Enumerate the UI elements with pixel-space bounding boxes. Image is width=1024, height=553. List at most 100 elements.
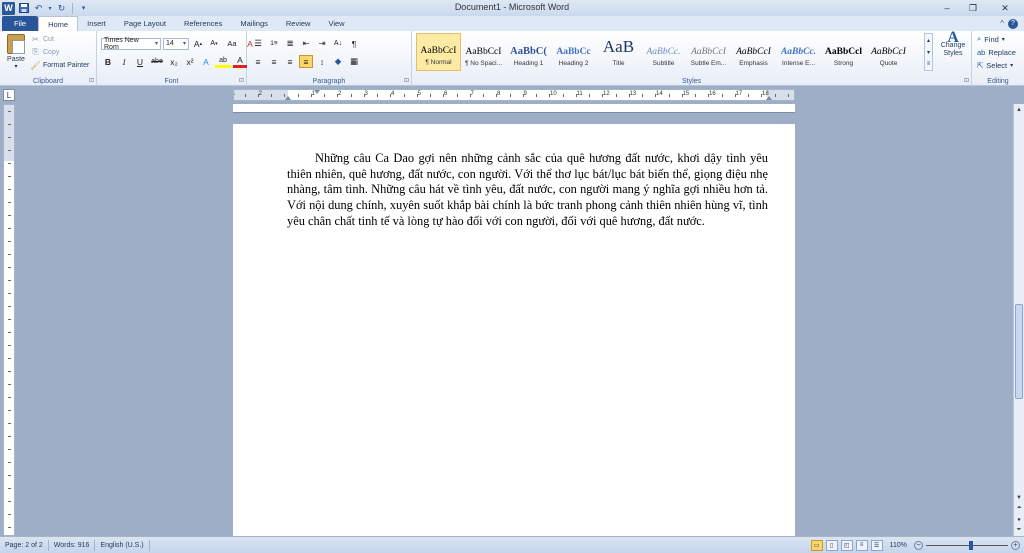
highlight-button[interactable]: ab bbox=[215, 55, 231, 68]
horizontal-ruler[interactable]: 12123456789101112131415161718 bbox=[233, 89, 795, 101]
vertical-ruler[interactable] bbox=[3, 104, 15, 536]
bullets-button[interactable]: ☰ bbox=[251, 37, 265, 50]
shading-button[interactable]: ◆ bbox=[331, 55, 345, 68]
left-indent-marker[interactable] bbox=[285, 96, 291, 100]
style-subtle-emphasis[interactable]: AaBbCcI Subtle Em... bbox=[686, 33, 731, 71]
show-formatting-marks-button[interactable]: ¶ bbox=[347, 37, 361, 50]
document-paragraph[interactable]: Những câu Ca Dao gợi nên những cảnh sắc … bbox=[287, 151, 768, 230]
scrollbar-thumb[interactable] bbox=[1015, 304, 1023, 399]
underline-button[interactable]: U bbox=[133, 55, 147, 68]
tab-file[interactable]: File bbox=[2, 16, 39, 31]
sort-button[interactable]: A↓ bbox=[331, 37, 345, 50]
shrink-font-button[interactable]: A ▾ bbox=[207, 37, 221, 50]
style-title[interactable]: AaB Title bbox=[596, 33, 641, 71]
italic-button[interactable]: I bbox=[117, 55, 131, 68]
align-right-button[interactable]: ≡ bbox=[283, 55, 297, 68]
paste-button[interactable]: Paste ▾ bbox=[4, 34, 28, 70]
tab-insert[interactable]: Insert bbox=[78, 16, 115, 31]
find-button[interactable]: ⌕ Find ▾ bbox=[977, 34, 1016, 44]
zoom-slider[interactable] bbox=[926, 540, 1008, 551]
format-painter-button[interactable]: 🖌 Format Painter bbox=[30, 60, 89, 70]
help-icon[interactable]: ? bbox=[1008, 18, 1018, 29]
select-button[interactable]: ⇱ Select ▾ bbox=[977, 60, 1016, 70]
font-size-combo[interactable]: 14 ▾ bbox=[163, 37, 189, 50]
bold-button[interactable]: B bbox=[101, 55, 115, 68]
strikethrough-button[interactable]: abe bbox=[149, 55, 165, 68]
full-screen-reading-view-icon[interactable]: ▯ bbox=[825, 539, 838, 551]
copy-button[interactable]: ⎘ Copy bbox=[31, 47, 89, 57]
tab-page-layout[interactable]: Page Layout bbox=[115, 16, 175, 31]
superscript-button[interactable]: x² bbox=[183, 55, 197, 68]
zoom-level[interactable]: 110% bbox=[886, 542, 911, 549]
select-browse-object-icon[interactable]: ● bbox=[1014, 514, 1024, 525]
document-area[interactable]: Những câu Ca Dao gợi nên những cảnh sắc … bbox=[18, 104, 1013, 536]
justify-button[interactable]: ≡ bbox=[299, 55, 313, 68]
word-app-icon[interactable]: W bbox=[2, 1, 15, 15]
style-normal[interactable]: AaBbCcI ¶ Normal bbox=[416, 33, 461, 71]
increase-indent-button[interactable]: ⇥ bbox=[315, 37, 329, 50]
clipboard-launcher-icon[interactable]: ⊡ bbox=[89, 77, 94, 84]
line-spacing-button[interactable]: ↕ bbox=[315, 55, 329, 68]
style-strong[interactable]: AaBbCcl Strong bbox=[821, 33, 866, 71]
restore-button[interactable]: ❐ bbox=[960, 0, 986, 16]
tab-selector[interactable]: L bbox=[3, 89, 15, 101]
tab-references[interactable]: References bbox=[175, 16, 231, 31]
grow-font-button[interactable]: A ▴ bbox=[191, 37, 205, 50]
tab-mailings[interactable]: Mailings bbox=[231, 16, 277, 31]
undo-icon[interactable]: ↶ bbox=[32, 2, 45, 15]
previous-page-icon[interactable]: ⏶ bbox=[1014, 503, 1024, 514]
zoom-out-icon[interactable]: − bbox=[914, 540, 923, 550]
customize-qat-icon[interactable]: ▾ bbox=[77, 2, 90, 15]
next-page-icon[interactable]: ⏷ bbox=[1014, 525, 1024, 536]
style-emphasis[interactable]: AaBbCcI Emphasis bbox=[731, 33, 776, 71]
style-heading-2[interactable]: AaBbCc Heading 2 bbox=[551, 33, 596, 71]
change-case-button[interactable]: Aa bbox=[223, 37, 241, 50]
zoom-in-icon[interactable]: + bbox=[1011, 540, 1020, 550]
gallery-up-icon[interactable]: ▴ bbox=[927, 37, 930, 44]
zoom-thumb[interactable] bbox=[969, 540, 974, 550]
font-name-combo[interactable]: Times New Rom ▾ bbox=[101, 37, 161, 51]
align-center-button[interactable]: ≡ bbox=[267, 55, 281, 68]
tab-review[interactable]: Review bbox=[277, 16, 320, 31]
decrease-indent-button[interactable]: ⇤ bbox=[299, 37, 313, 50]
scroll-down-icon[interactable]: ▼ bbox=[1014, 492, 1024, 503]
undo-dropdown-icon[interactable]: ▾ bbox=[47, 2, 53, 15]
outline-view-icon[interactable]: ≡ bbox=[855, 539, 868, 551]
redo-icon[interactable]: ↻ bbox=[55, 2, 68, 15]
subscript-button[interactable]: x₂ bbox=[167, 55, 181, 68]
print-layout-view-icon[interactable]: ▭ bbox=[810, 539, 823, 551]
style-quote[interactable]: AaBbCcI Quote bbox=[866, 33, 911, 71]
style-intense-emphasis[interactable]: AaBbCc. Intense E... bbox=[776, 33, 821, 71]
font-color-button[interactable]: A bbox=[233, 55, 247, 68]
tab-view[interactable]: View bbox=[319, 16, 353, 31]
close-button[interactable]: ✕ bbox=[986, 0, 1024, 16]
document-page[interactable]: Những câu Ca Dao gợi nên những cảnh sắc … bbox=[233, 124, 795, 536]
style-subtitle[interactable]: AaBbCc. Subtitle bbox=[641, 33, 686, 71]
numbering-button[interactable]: 1≡ bbox=[267, 37, 281, 50]
draft-view-icon[interactable]: ☰ bbox=[870, 539, 883, 551]
status-page[interactable]: Page: 2 of 2 bbox=[0, 539, 49, 551]
minimize-ribbon-icon[interactable]: ^ bbox=[1000, 19, 1004, 28]
borders-button[interactable]: ▦ bbox=[347, 55, 361, 68]
vertical-scrollbar[interactable]: ▲ ▼ ⏶ ● ⏷ bbox=[1013, 104, 1024, 536]
minimize-button[interactable]: – bbox=[934, 0, 960, 16]
status-language[interactable]: English (U.S.) bbox=[95, 539, 150, 551]
style-heading-1[interactable]: AaBbC( Heading 1 bbox=[506, 33, 551, 71]
status-words[interactable]: Words: 916 bbox=[49, 539, 96, 551]
align-left-button[interactable]: ≡ bbox=[251, 55, 265, 68]
tab-home[interactable]: Home bbox=[38, 16, 79, 31]
change-styles-button[interactable]: A Change Styles bbox=[936, 30, 970, 58]
font-launcher-icon[interactable]: ⊡ bbox=[239, 77, 244, 84]
gallery-down-icon[interactable]: ▾ bbox=[927, 49, 930, 56]
style-no-spacing[interactable]: AaBbCcI ¶ No Spaci... bbox=[461, 33, 506, 71]
scroll-up-icon[interactable]: ▲ bbox=[1014, 104, 1024, 115]
cut-button[interactable]: ✂ Cut bbox=[31, 34, 89, 44]
replace-button[interactable]: ab Replace bbox=[977, 47, 1016, 57]
styles-launcher-icon[interactable]: ⊡ bbox=[964, 77, 969, 84]
multilevel-list-button[interactable]: ≣ bbox=[283, 37, 297, 50]
gallery-more-icon[interactable]: ≡ bbox=[927, 61, 931, 67]
text-effects-button[interactable]: A bbox=[199, 55, 213, 68]
web-layout-view-icon[interactable]: ◰ bbox=[840, 539, 853, 551]
save-icon[interactable] bbox=[17, 2, 30, 15]
paragraph-launcher-icon[interactable]: ⊡ bbox=[404, 77, 409, 84]
